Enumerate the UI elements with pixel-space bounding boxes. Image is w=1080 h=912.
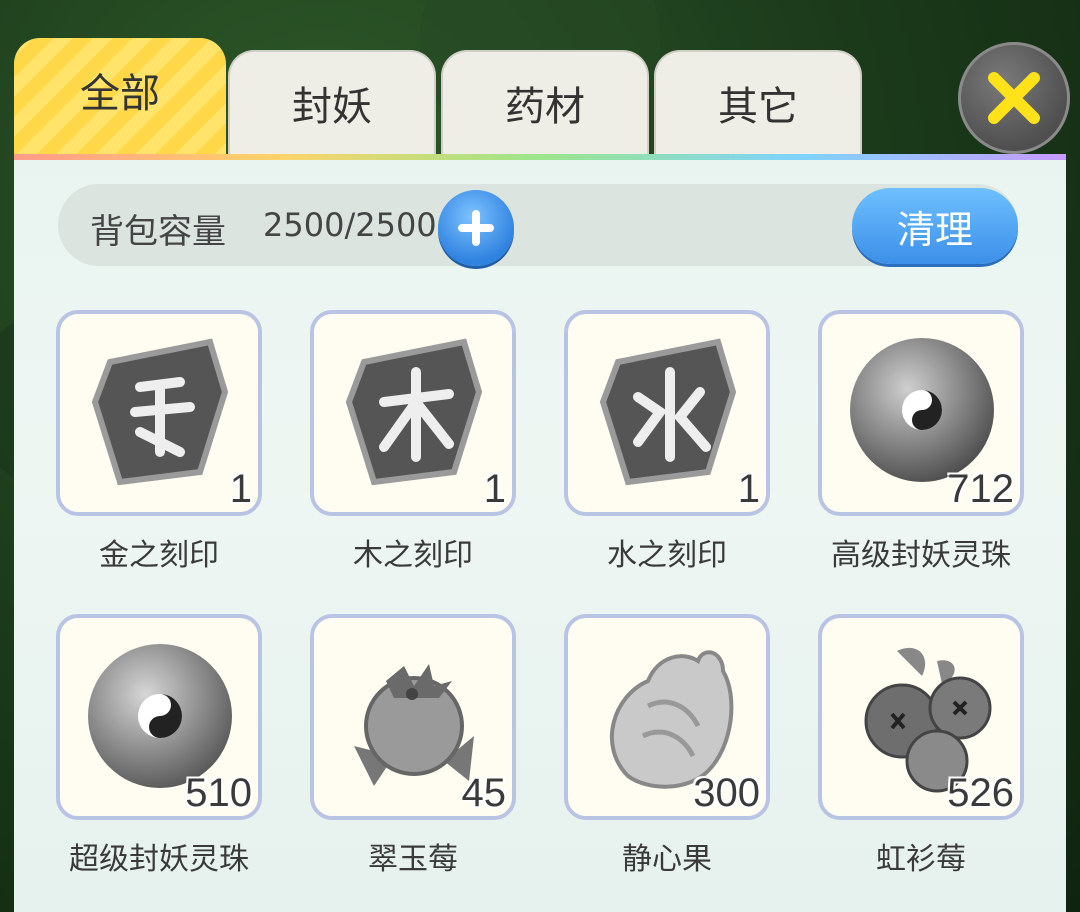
item-count: 526 [947,771,1014,815]
item-slot-calm-fruit[interactable]: 300 [564,614,770,820]
item-name: 翠玉莓 [368,842,458,877]
close-button[interactable] [958,42,1070,154]
item-count: 1 [483,467,506,511]
item-name: 静心果 [622,842,712,877]
wood-seal-icon [345,338,483,486]
tab-other-label: 其它 [718,84,798,130]
capacity-label: 背包容量 [90,212,226,252]
item-count: 300 [693,771,760,815]
item-name: 木之刻印 [353,538,473,573]
clean-button[interactable]: 清理 [852,188,1018,264]
metal-seal-icon [91,338,229,486]
tab-herbs-label: 药材 [505,84,585,130]
capacity-value: 2500/2500 [263,206,437,244]
item-slot-water-seal[interactable]: 1 [564,310,770,516]
item-count: 45 [461,771,507,815]
item-slot-wood-seal[interactable]: 1 [310,310,516,516]
item-count: 712 [947,467,1014,511]
item-slot-jade-berry[interactable]: 45 [310,614,516,820]
tab-seal-demon-label: 封妖 [292,84,372,130]
tab-all-label: 全部 [80,71,160,117]
tab-seal-demon[interactable]: 封妖 [228,50,436,154]
item-count: 1 [737,467,760,511]
expand-capacity-button[interactable] [438,190,514,266]
close-x-icon [988,72,1040,124]
tab-other[interactable]: 其它 [654,50,862,154]
tab-herbs[interactable]: 药材 [441,50,649,154]
item-name: 金之刻印 [99,538,219,573]
item-name: 超级封妖灵珠 [69,842,249,877]
tab-all[interactable]: 全部 [14,38,226,156]
item-name: 水之刻印 [607,538,727,573]
item-slot-super-orb[interactable]: 510 [56,614,262,820]
item-name: 高级封妖灵珠 [831,538,1011,573]
water-seal-icon [599,338,737,486]
item-count: 1 [229,467,252,511]
item-slot-metal-seal[interactable]: 1 [56,310,262,516]
item-slot-advanced-orb[interactable]: 712 [818,310,1024,516]
item-slot-rainbow-berry[interactable]: 526 [818,614,1024,820]
item-count: 510 [185,771,252,815]
plus-icon [458,210,494,246]
item-name: 虹衫莓 [876,842,966,877]
